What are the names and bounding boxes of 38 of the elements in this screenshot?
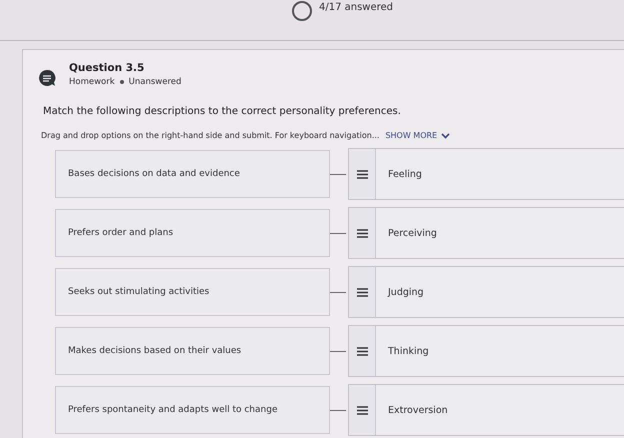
option-label: Extroversion (387, 404, 448, 416)
description-box: Seeks out stimulating activities (55, 268, 330, 316)
menu-icon (356, 170, 368, 178)
progress-text: 4/17 answered (318, 2, 394, 13)
description-box: Bases decisions on data and evidence (55, 150, 330, 198)
drag-handle[interactable] (349, 208, 376, 258)
progress-ring-icon (290, 0, 313, 22)
drag-handle[interactable] (349, 326, 376, 376)
question-prompt: Match the following descriptions to the correct personality preferences. (43, 106, 402, 117)
separator-dot-icon (120, 80, 124, 84)
chat-bubble-icon (37, 68, 57, 88)
show-more-link[interactable]: SHOW MORE (383, 131, 452, 140)
chevron-down-icon (441, 132, 450, 138)
connector-line (330, 350, 346, 352)
drag-handle[interactable] (349, 149, 376, 199)
draggable-option[interactable]: Perceiving (348, 207, 624, 259)
connector-line (330, 232, 346, 234)
option-label: Feeling (387, 168, 422, 180)
draggable-option[interactable]: Judging (348, 266, 624, 318)
menu-icon (356, 406, 368, 414)
option-label: Thinking (387, 346, 429, 356)
menu-icon (356, 346, 368, 356)
description-box: Makes decisions based on their values (55, 327, 330, 375)
draggable-option[interactable]: Feeling (348, 148, 624, 200)
menu-icon (356, 288, 368, 296)
draggable-option[interactable]: Extroversion (348, 384, 624, 436)
question-title: Question 3.5 (69, 62, 146, 74)
question-status: Unanswered (128, 77, 182, 87)
description-box: Prefers spontaneity and adapts well to change (55, 386, 330, 434)
option-label: Judging (386, 286, 424, 298)
drag-handle[interactable] (349, 267, 376, 317)
drag-handle[interactable] (349, 385, 376, 435)
description-box: Prefers order and plans (55, 209, 330, 257)
question-type: Homework (69, 77, 115, 87)
menu-icon (356, 228, 368, 238)
draggable-option[interactable]: Thinking (348, 325, 624, 377)
option-label: Perceiving (387, 228, 437, 238)
instructions-text: Drag and drop options on the right-hand side and submit. For keyboard navigation... (41, 131, 380, 140)
